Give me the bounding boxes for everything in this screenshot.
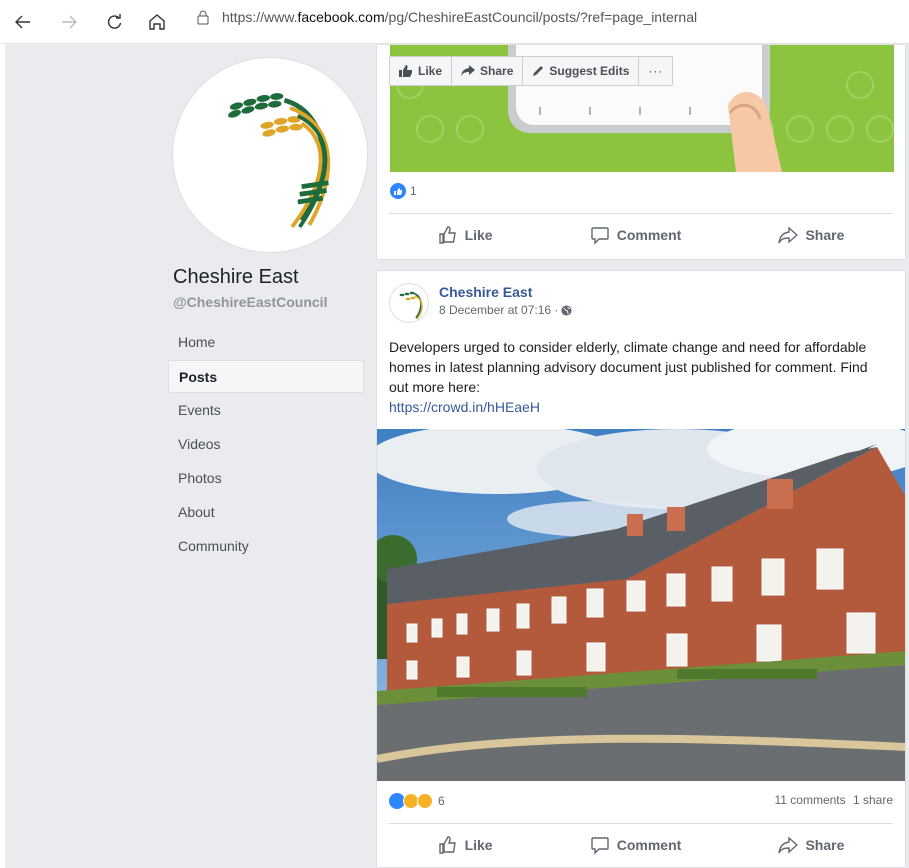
pencil-icon xyxy=(533,66,544,76)
post-timestamp[interactable]: 8 December at 07:16 · xyxy=(439,303,572,317)
share-outline-icon xyxy=(778,225,799,244)
post-meta: Cheshire East 8 December at 07:16 · xyxy=(439,284,572,323)
like-label: Like xyxy=(464,226,493,243)
post-actions: Like Comment Share xyxy=(389,823,893,865)
url-path: /pg/CheshireEastCouncil/posts/?ref=page_… xyxy=(384,9,698,25)
share-count[interactable]: 1 share xyxy=(853,793,893,807)
share-label: Share xyxy=(805,226,845,243)
url-prefix: https://www. xyxy=(222,9,298,25)
home-button[interactable] xyxy=(142,7,172,37)
page-like-button[interactable]: Like xyxy=(390,57,453,85)
like-reaction-icon xyxy=(390,183,406,199)
nav-item-photos[interactable]: Photos xyxy=(168,462,364,495)
like-button[interactable]: Like xyxy=(438,225,493,245)
share-arrow-icon xyxy=(461,65,476,76)
post-body: Developers urged to consider elderly, cl… xyxy=(389,339,868,395)
author-name[interactable]: Cheshire East xyxy=(439,284,572,300)
post-stats: 6 11 comments 1 share xyxy=(389,793,893,809)
share-button[interactable]: Share xyxy=(778,835,844,855)
page-nav: Home Posts Events Videos Photos About Co… xyxy=(168,326,364,564)
wheat-logo-icon xyxy=(228,93,331,229)
forward-button[interactable] xyxy=(54,7,84,37)
browser-toolbar: https://www. facebook.com/pg/CheshireEast… xyxy=(0,0,909,44)
url-domain: facebook.com xyxy=(297,9,385,25)
post-header: Cheshire East 8 December at 07:16 · xyxy=(389,283,572,323)
thumbs-up-outline-icon xyxy=(438,225,456,244)
reaction-count: 6 xyxy=(438,794,445,808)
post-link[interactable]: https://crowd.in/hHEaeH xyxy=(389,397,889,417)
comment-button[interactable]: Comment xyxy=(590,835,682,855)
home-icon xyxy=(149,13,165,30)
reaction-count: 1 xyxy=(410,184,417,198)
comment-label: Comment xyxy=(616,836,682,853)
page-profile-picture[interactable] xyxy=(173,58,367,252)
share-button[interactable]: Share xyxy=(778,225,844,245)
back-button[interactable] xyxy=(8,7,38,37)
comment-share-counts: 11 comments 1 share xyxy=(774,793,893,809)
more-label: ··· xyxy=(648,64,664,78)
refresh-button[interactable] xyxy=(100,7,130,37)
thumbs-up-icon xyxy=(399,65,412,77)
post-actions: Like Comment Share xyxy=(389,213,893,255)
post-text: Developers urged to consider elderly, cl… xyxy=(389,337,889,417)
post-photo[interactable] xyxy=(377,429,905,781)
arrow-right-icon xyxy=(62,15,77,28)
more-options-button[interactable]: ··· xyxy=(639,57,672,85)
lock-icon xyxy=(197,10,209,25)
share-outline-icon xyxy=(778,835,799,854)
reaction-summary[interactable]: 1 xyxy=(390,183,417,199)
facebook-page: Cheshire East @CheshireEastCouncil Home … xyxy=(5,44,909,868)
comment-label: Comment xyxy=(616,226,682,243)
timestamp-text: 8 December at 07:16 · xyxy=(439,303,559,317)
thumbs-up-outline-icon xyxy=(438,835,456,854)
post-card: Cheshire East 8 December at 07:16 · Deve… xyxy=(376,270,906,868)
nav-item-about[interactable]: About xyxy=(168,496,364,529)
author-avatar[interactable] xyxy=(389,283,429,323)
nav-item-events[interactable]: Events xyxy=(168,394,364,427)
houses-photo-image xyxy=(377,429,905,781)
wheat-logo-icon xyxy=(399,291,423,320)
address-bar[interactable]: https://www. facebook.com/pg/CheshireEast… xyxy=(196,9,697,25)
speech-bubble-icon xyxy=(591,836,609,855)
suggest-edits-button[interactable]: Suggest Edits xyxy=(523,57,640,85)
nav-item-home[interactable]: Home xyxy=(168,326,364,359)
globe-icon xyxy=(561,304,572,316)
suggest-edits-label: Suggest Edits xyxy=(549,64,630,78)
page-handle[interactable]: @CheshireEastCouncil xyxy=(173,294,327,310)
nav-item-posts[interactable]: Posts xyxy=(168,360,364,393)
speech-bubble-icon xyxy=(591,226,609,245)
like-label: Like xyxy=(464,836,493,853)
refresh-icon xyxy=(107,13,122,29)
page-share-label: Share xyxy=(480,64,514,78)
page-share-button[interactable]: Share xyxy=(452,57,524,85)
arrow-left-icon xyxy=(15,15,30,28)
comment-button[interactable]: Comment xyxy=(590,225,682,245)
nav-item-videos[interactable]: Videos xyxy=(168,428,364,461)
comment-count[interactable]: 11 comments xyxy=(774,793,845,807)
page-like-label: Like xyxy=(418,64,443,78)
nav-item-community[interactable]: Community xyxy=(168,530,364,563)
share-label: Share xyxy=(805,836,845,853)
reaction-summary[interactable]: 6 xyxy=(389,793,445,809)
like-button[interactable]: Like xyxy=(438,835,493,855)
page-name[interactable]: Cheshire East xyxy=(173,266,299,289)
wow-reaction-icon xyxy=(417,793,433,809)
page-action-toolbar: Like Share Suggest Edits ··· xyxy=(389,56,674,86)
